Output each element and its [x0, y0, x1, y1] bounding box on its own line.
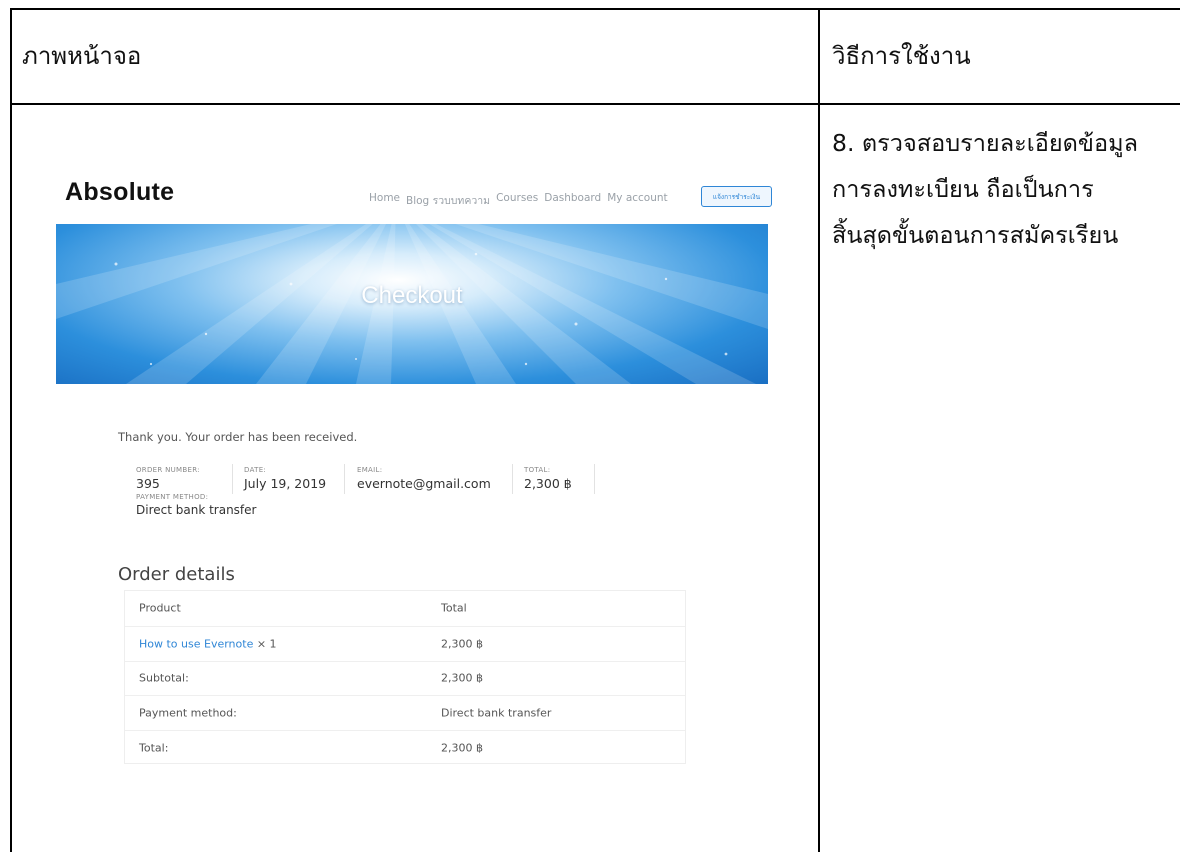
order-number-value: 395: [136, 476, 160, 491]
table-row: Payment method: Direct bank transfer: [125, 695, 685, 730]
order-email-label: EMAIL:: [357, 466, 383, 474]
order-received-message: Thank you. Your order has been received.: [118, 430, 358, 444]
nav-blog[interactable]: Blog รวบบทความ: [406, 192, 490, 209]
table-row: How to use Evernote × 1 2,300 ฿: [125, 625, 685, 661]
order-details-title: Order details: [118, 564, 235, 585]
table-border-middle: [818, 8, 820, 852]
overview-divider: [512, 464, 513, 494]
product-quantity: × 1: [256, 637, 277, 651]
order-details-table: Product Total How to use Evernote × 1 2,…: [124, 590, 686, 764]
nav-my-account[interactable]: My account: [607, 192, 667, 209]
table-row: Total: 2,300 ฿: [125, 730, 685, 765]
subtotal-value: 2,300 ฿: [441, 671, 483, 685]
table-border-header: [10, 103, 1180, 105]
page-title: Checkout: [361, 282, 463, 309]
header-screenshot: ภาพหน้าจอ: [22, 42, 142, 70]
order-total-value: 2,300 ฿: [524, 476, 572, 491]
document-table: ภาพหน้าจอ วิธีการใช้งาน 8. ตรวจสอบรายละเ…: [0, 0, 1180, 852]
checkout-hero-banner: Checkout: [56, 224, 768, 384]
total-value: 2,300 ฿: [441, 741, 483, 755]
instruction-line: การลงทะเบียน ถือเป็นการ: [832, 175, 1094, 203]
header-usage: วิธีการใช้งาน: [832, 42, 971, 70]
column-header-total: Total: [441, 601, 467, 615]
order-number-label: ORDER NUMBER:: [136, 466, 200, 474]
order-date: DATE: July 19, 2019: [244, 466, 326, 491]
nav-menu: Home Blog รวบบทความ Courses Dashboard My…: [369, 192, 668, 209]
nav-dashboard[interactable]: Dashboard: [544, 192, 601, 209]
site-logo[interactable]: Absolute: [65, 178, 174, 207]
table-border-top: [10, 8, 1180, 10]
instruction-line: 8. ตรวจสอบรายละเอียดข้อมูล: [832, 129, 1138, 157]
payment-method-label: PAYMENT METHOD:: [136, 493, 209, 501]
payment-method-value: Direct bank transfer: [136, 503, 257, 517]
overview-divider: [594, 464, 595, 494]
site-navbar: Absolute Home Blog รวบบทความ Courses Das…: [54, 172, 778, 212]
overview-divider: [232, 464, 233, 494]
checkout-screenshot: Absolute Home Blog รวบบทความ Courses Das…: [54, 168, 781, 768]
column-header-product: Product: [139, 601, 181, 615]
product-total: 2,300 ฿: [441, 637, 483, 651]
product-link[interactable]: How to use Evernote: [139, 637, 253, 650]
order-number: ORDER NUMBER: 395: [136, 466, 200, 491]
table-header-row: Product Total: [125, 591, 685, 626]
table-row: Subtotal: 2,300 ฿: [125, 660, 685, 696]
order-email: EMAIL: evernote@gmail.com: [357, 466, 491, 491]
table-border-left: [10, 8, 12, 852]
subtotal-label: Subtotal:: [139, 671, 189, 685]
nav-courses[interactable]: Courses: [496, 192, 538, 209]
order-total-label: TOTAL:: [524, 466, 551, 474]
product-cell: How to use Evernote × 1: [139, 637, 277, 650]
payment-notify-button[interactable]: แจ้งการชำระเงิน: [701, 186, 772, 207]
order-email-value: evernote@gmail.com: [357, 476, 491, 491]
order-total: TOTAL: 2,300 ฿: [524, 466, 572, 491]
nav-home[interactable]: Home: [369, 192, 400, 209]
total-label: Total:: [139, 741, 169, 755]
instruction-text: 8. ตรวจสอบรายละเอียดข้อมูล การลงทะเบียน …: [832, 120, 1177, 258]
payment-method-row-value: Direct bank transfer: [441, 706, 552, 720]
overview-divider: [344, 464, 345, 494]
order-date-label: DATE:: [244, 466, 267, 474]
order-date-value: July 19, 2019: [244, 476, 327, 491]
instruction-line: สิ้นสุดขั้นตอนการสมัครเรียน: [832, 221, 1119, 249]
payment-method-row-label: Payment method:: [139, 706, 237, 720]
